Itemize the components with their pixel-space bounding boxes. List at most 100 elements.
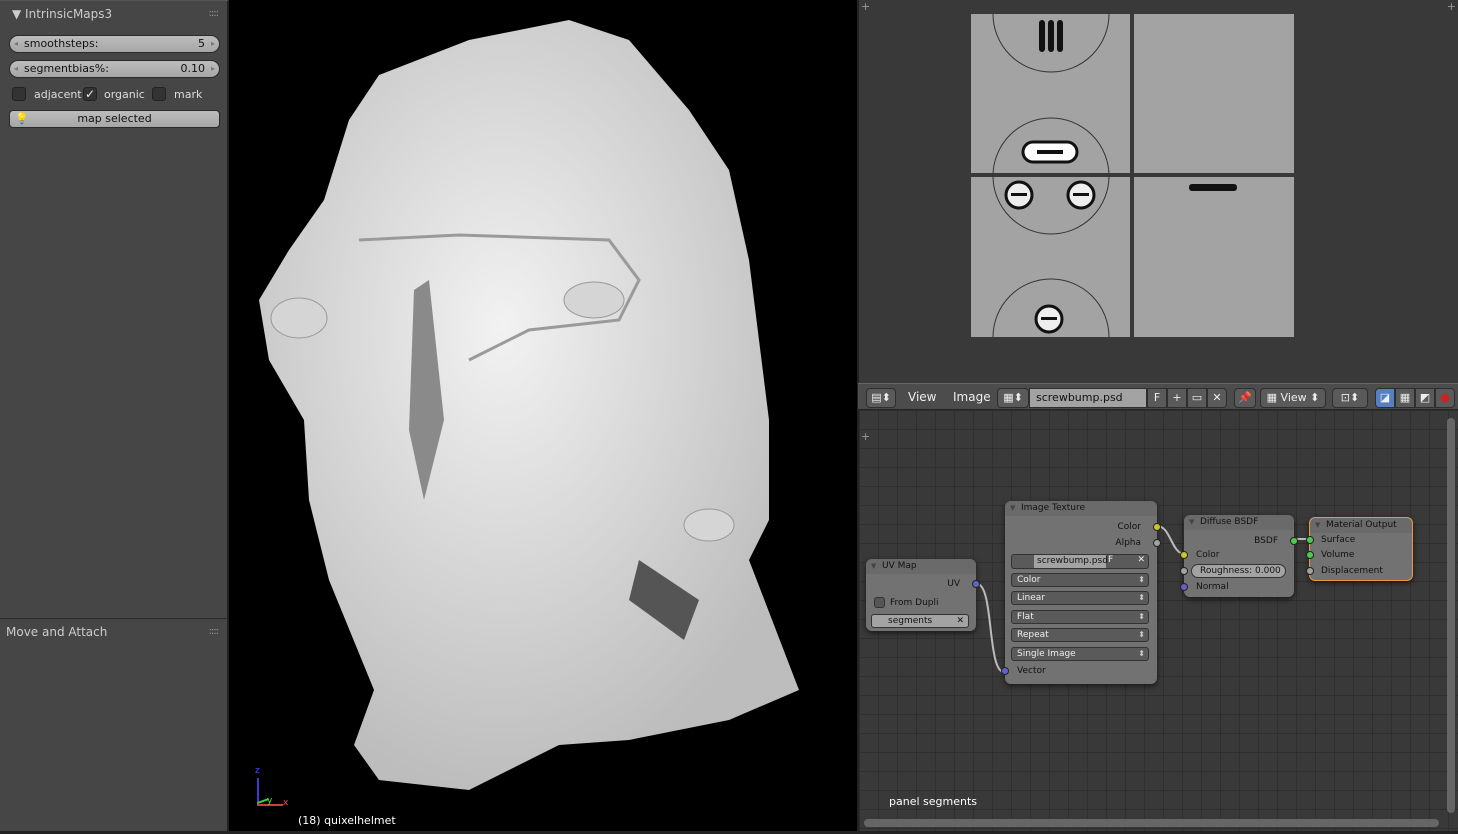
image-icon: ▦ [1266, 391, 1281, 404]
displacement-socket[interactable] [1306, 567, 1314, 575]
tool-shelf: ▼ IntrinsicMaps3 :::: smoothsteps: 5 segm… [0, 0, 228, 831]
color-space-dropdown[interactable]: Color [1011, 573, 1149, 587]
image-menu[interactable]: Image [953, 390, 991, 404]
segmentbias-value: 0.10 [180, 62, 206, 75]
normal-input-socket[interactable] [1180, 583, 1188, 591]
segmentbias-field[interactable]: segmentbias%: 0.10 [9, 60, 220, 78]
operator-panel-title: Move and Attach [6, 625, 108, 639]
projection-dropdown[interactable]: Flat [1011, 610, 1149, 624]
image-texture-node[interactable]: Image Texture Color Alpha screwbump.psd … [1001, 501, 1161, 684]
mark-label: mark [174, 88, 203, 101]
image-selector[interactable]: screwbump.psd F ✕ [1011, 554, 1149, 569]
editor-type-selector[interactable]: ▤⬍ [866, 388, 896, 408]
uv-map-node[interactable]: UV Map UV From Dupli segments ✕ [866, 559, 980, 631]
lightbulb-icon: 💡 [15, 112, 29, 125]
color-output-socket[interactable] [1153, 523, 1161, 531]
3d-viewport[interactable]: z y x (18) quixelhelmet [229, 0, 857, 831]
clear-icon[interactable]: ✕ [956, 615, 964, 627]
displacement-label: Displacement [1321, 566, 1383, 576]
fake-user-button[interactable]: F [1108, 555, 1113, 565]
surface-socket[interactable] [1306, 536, 1314, 544]
smoothsteps-value: 5 [198, 37, 205, 50]
uv-name-field[interactable]: segments ✕ [871, 614, 969, 628]
image-editor-header: ▤⬍ View Image ▦⬍ screwbump.psd F + ▭ ✕ 📌… [858, 383, 1458, 410]
node-tree-label: panel segments [889, 795, 977, 808]
pin-icon[interactable]: 📌 [1234, 388, 1256, 408]
panel-title: IntrinsicMaps3 [25, 7, 113, 21]
organic-label: organic [104, 88, 145, 101]
record-icon[interactable]: ● [1435, 388, 1455, 408]
draw-color-alpha-icon[interactable]: ◪ [1375, 388, 1395, 408]
color-input-label: Color [1196, 550, 1220, 560]
image-editor[interactable]: + + [858, 0, 1458, 383]
uv-name-value: segments [888, 616, 933, 626]
horizontal-scrollbar[interactable] [864, 819, 1439, 827]
unlink-icon[interactable]: ✕ [1207, 388, 1227, 408]
volume-label: Volume [1321, 550, 1355, 560]
x-axis-label: x [283, 798, 289, 808]
from-dupli-label: From Dupli [890, 598, 939, 608]
fake-user-button[interactable]: F [1147, 388, 1167, 408]
map-selected-label: map selected [77, 112, 152, 125]
uv-socket[interactable] [972, 580, 980, 588]
draw-alpha-icon[interactable]: ▦ [1395, 388, 1415, 408]
operator-panel-header[interactable]: Move and Attach :::: [0, 618, 228, 644]
source-dropdown[interactable]: Single Image [1011, 647, 1149, 661]
segmentbias-label: segmentbias%: [24, 62, 109, 75]
drag-handle-icon[interactable]: :::: [209, 1, 220, 27]
mode-select[interactable]: ▦ View ⬍ [1260, 388, 1326, 408]
map-selected-button[interactable]: 💡 map selected [9, 110, 220, 128]
vertical-scrollbar[interactable] [1447, 418, 1455, 813]
mark-checkbox[interactable] [152, 87, 166, 101]
alpha-output-label: Alpha [1115, 538, 1141, 548]
material-output-node[interactable]: Material Output Surface Volume Displacem… [1306, 517, 1413, 581]
area-split-icon[interactable]: + [861, 430, 870, 443]
diffuse-bsdf-node[interactable]: Diffuse BSDF BSDF Color Roughness: 0.000… [1180, 515, 1298, 597]
roughness-label: Roughness: [1200, 566, 1253, 576]
bsdf-output-socket[interactable] [1290, 537, 1298, 545]
uv-output-label: UV [947, 579, 960, 589]
image-name[interactable]: screwbump.psd [1034, 555, 1108, 568]
unlink-icon[interactable]: ✕ [1137, 555, 1145, 565]
image-name-field[interactable]: screwbump.psd [1029, 388, 1147, 408]
view-menu[interactable]: View [908, 390, 936, 404]
extension-dropdown[interactable]: Repeat [1011, 628, 1149, 642]
node-editor[interactable]: UV Map UV From Dupli segments ✕ Image Tex… [858, 410, 1458, 831]
node-title: Diffuse BSDF [1184, 515, 1294, 530]
node-title: Material Output [1310, 518, 1412, 533]
roughness-value: 0.000 [1255, 566, 1281, 576]
area-split-icon[interactable]: + [1447, 0, 1456, 13]
vector-input-label: Vector [1017, 666, 1046, 676]
roughness-socket[interactable] [1180, 567, 1188, 575]
adjacent-checkbox[interactable] [12, 87, 26, 101]
smoothsteps-label: smoothsteps: [24, 37, 99, 50]
normal-input-label: Normal [1196, 582, 1229, 592]
z-axis-label: z [255, 766, 260, 776]
from-dupli-checkbox[interactable] [874, 597, 885, 608]
node-title: UV Map [866, 559, 976, 574]
y-axis-label: y [267, 796, 273, 806]
organic-checkbox[interactable]: ✓ [83, 87, 97, 101]
drag-handle-icon[interactable]: :::: [209, 619, 220, 645]
mode-label: View [1280, 391, 1307, 404]
smoothsteps-field[interactable]: smoothsteps: 5 [9, 35, 220, 53]
roughness-field[interactable]: Roughness: 0.000 [1191, 564, 1286, 578]
color-input-socket[interactable] [1180, 551, 1188, 559]
axis-gizmo: z y x [253, 766, 293, 810]
image-browse-button[interactable]: ▦⬍ [997, 388, 1029, 408]
interpolation-dropdown[interactable]: Linear [1011, 591, 1149, 605]
open-folder-icon[interactable]: ▭ [1187, 388, 1207, 408]
panel-header-intrinsicmaps[interactable]: ▼ IntrinsicMaps3 :::: [0, 0, 228, 26]
volume-socket[interactable] [1306, 551, 1314, 559]
draw-zbuffer-icon[interactable]: ◩ [1415, 388, 1435, 408]
pivot-select[interactable]: ⊡⬍ [1332, 388, 1368, 408]
surface-label: Surface [1321, 535, 1356, 545]
helmet-render [259, 20, 799, 790]
vector-input-socket[interactable] [1001, 667, 1009, 675]
bsdf-output-label: BSDF [1254, 536, 1278, 546]
collapse-icon: ▼ [12, 7, 26, 21]
new-image-icon[interactable]: + [1167, 388, 1187, 408]
alpha-output-socket[interactable] [1153, 539, 1161, 547]
area-split-icon[interactable]: + [861, 0, 870, 13]
color-output-label: Color [1117, 522, 1142, 532]
